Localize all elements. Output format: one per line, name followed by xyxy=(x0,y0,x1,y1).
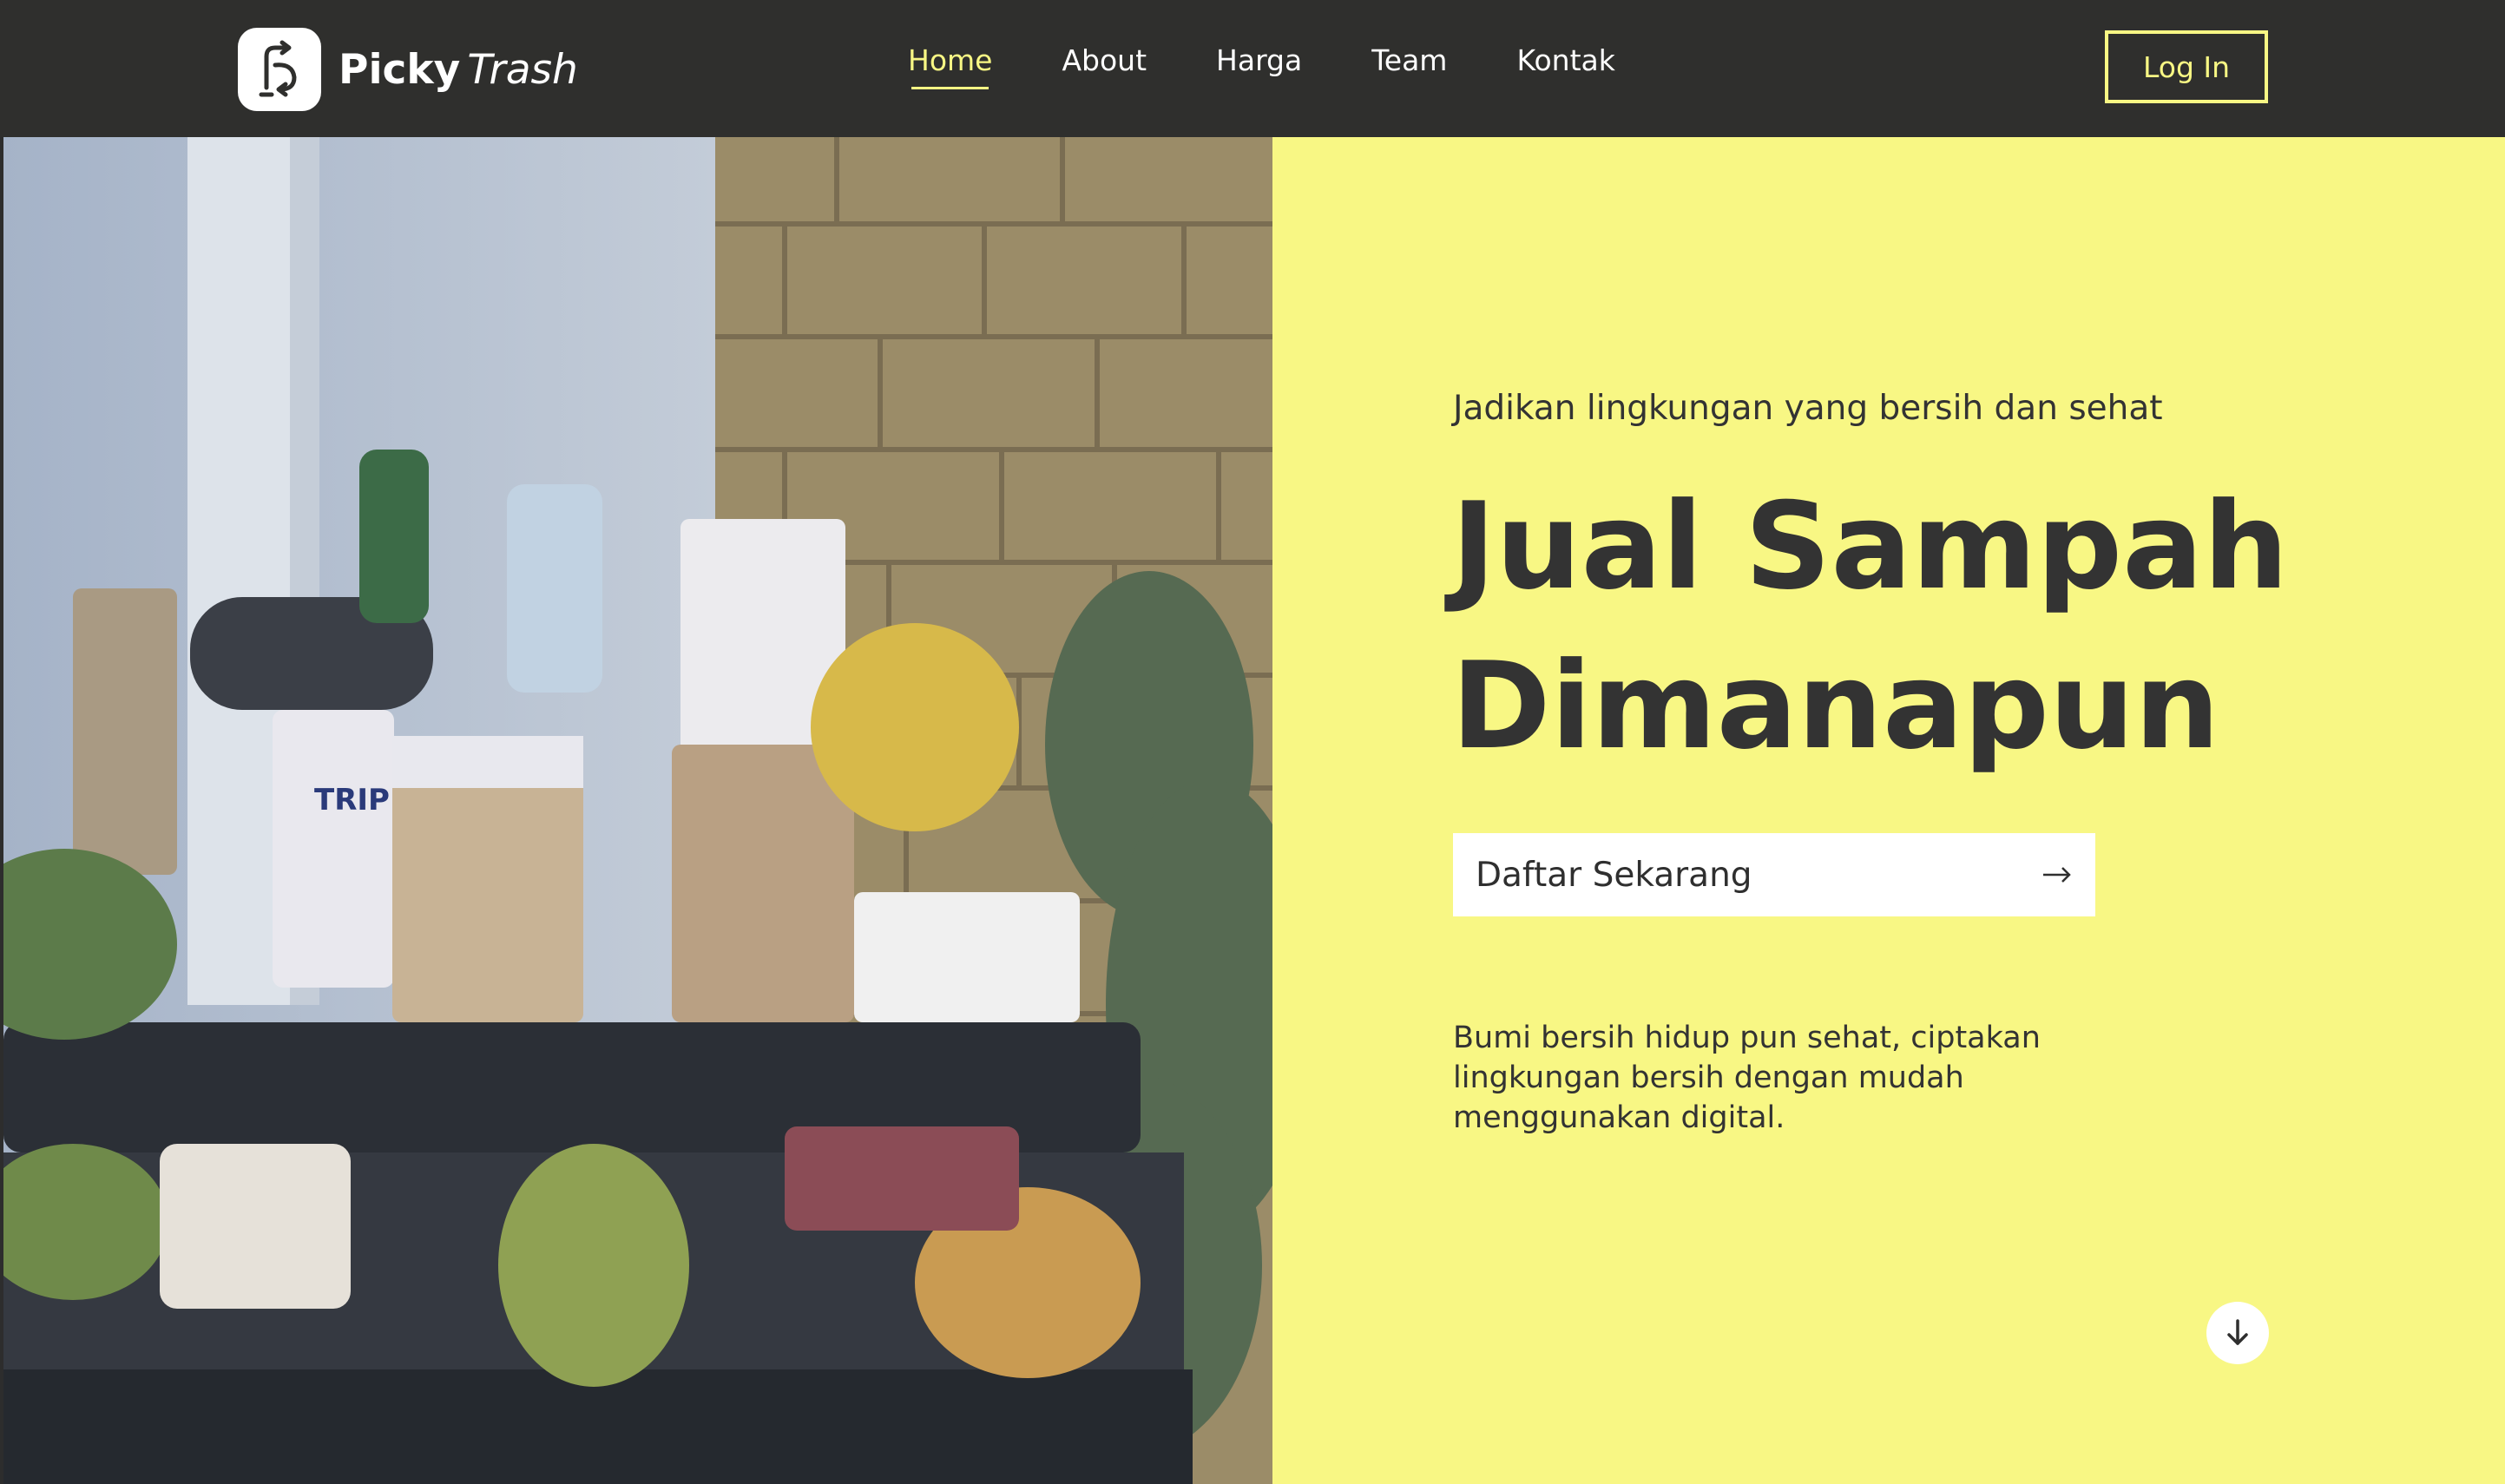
signup-button-label: Daftar Sekarang xyxy=(1476,855,1752,895)
recycle-logo-icon xyxy=(238,28,321,111)
nav-about[interactable]: About xyxy=(1062,43,1147,89)
nav-kontak[interactable]: Kontak xyxy=(1516,43,1614,89)
login-button[interactable]: Log In xyxy=(2105,30,2268,103)
brand-logo[interactable]: Picky Trash xyxy=(238,28,578,111)
hero-headline: Jual Sampah Dimanapun xyxy=(1451,467,2449,786)
brand-name: Picky Trash xyxy=(339,46,578,94)
hero-description: Bumi bersih hidup pun sehat, ciptakan li… xyxy=(1453,1021,2041,1135)
hero-panel: Jadikan lingkungan yang bersih dan sehat… xyxy=(1272,137,2505,1484)
nav-home[interactable]: Home xyxy=(908,43,992,89)
signup-button[interactable]: Daftar Sekarang xyxy=(1453,833,2095,916)
nav-harga[interactable]: Harga xyxy=(1216,43,1302,89)
main-nav: Home About Harga Team Kontak xyxy=(908,43,1685,89)
arrow-right-icon xyxy=(2043,867,2071,883)
scroll-down-button[interactable] xyxy=(2206,1302,2269,1364)
nav-team[interactable]: Team xyxy=(1371,43,1447,89)
hero-headline-line2: Dimanapun xyxy=(1451,636,2220,776)
hero-headline-line1: Jual Sampah xyxy=(1451,476,2289,616)
brand-name-italic: Trash xyxy=(467,45,578,94)
svg-text:TRIP: TRIP xyxy=(314,783,390,818)
hero-tagline: Jadikan lingkungan yang bersih dan sehat xyxy=(1453,389,2163,428)
arrow-down-icon xyxy=(2227,1319,2248,1345)
brand-name-bold: Picky xyxy=(339,45,461,94)
hero-image: TRIP xyxy=(3,137,1272,1484)
navbar: Picky Trash Home About Harga Team Kontak … xyxy=(0,0,2505,137)
